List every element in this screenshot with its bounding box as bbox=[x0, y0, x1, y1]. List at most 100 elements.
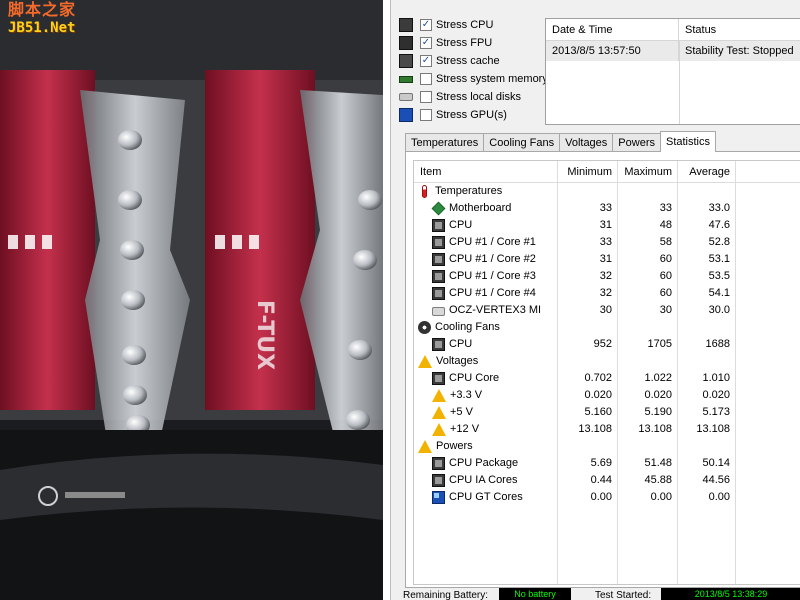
tab-statistics[interactable]: Statistics bbox=[659, 131, 716, 152]
maximum-cell: 30 bbox=[659, 304, 672, 316]
stress-disks-option[interactable]: Stress local disks bbox=[399, 88, 549, 106]
item-column-header[interactable]: Item bbox=[414, 161, 557, 182]
item-label: Powers bbox=[436, 440, 473, 452]
maximum-cell: 1.022 bbox=[644, 372, 672, 384]
minimum-cell: 0.00 bbox=[590, 491, 612, 503]
item-label: OCZ-VERTEX3 MI bbox=[449, 304, 542, 316]
fpu-icon bbox=[399, 36, 413, 50]
stress-disks-label: Stress local disks bbox=[436, 91, 521, 103]
statistics-body: Temperatures Motherboard 33 33 33.0 CPU 31 48 47… bbox=[414, 183, 800, 506]
average-cell: 50.14 bbox=[702, 457, 730, 469]
item-cell: CPU #1 / Core #4 bbox=[414, 285, 557, 302]
stress-gpu-option[interactable]: Stress GPU(s) bbox=[399, 106, 549, 124]
item-label: CPU IA Cores bbox=[449, 474, 518, 486]
statistics-row[interactable]: CPU #1 / Core #2 31 60 53.1 bbox=[414, 251, 800, 268]
warning-icon bbox=[432, 423, 446, 436]
item-cell: OCZ-VERTEX3 MI bbox=[414, 302, 557, 319]
statistics-row[interactable]: CPU 31 48 47.6 bbox=[414, 217, 800, 234]
item-label: Temperatures bbox=[435, 185, 503, 197]
tab-powers[interactable]: Powers bbox=[612, 133, 661, 152]
stress-memory-option[interactable]: Stress system memory bbox=[399, 70, 549, 88]
stress-fpu-label: Stress FPU bbox=[436, 37, 493, 49]
minimum-cell: 5.160 bbox=[584, 406, 612, 418]
motherboard-icon bbox=[431, 201, 446, 216]
maximum-cell: 51.48 bbox=[644, 457, 672, 469]
cpu-icon bbox=[399, 18, 413, 32]
chip-icon bbox=[432, 270, 445, 283]
minimum-cell: 30 bbox=[599, 304, 612, 316]
item-cell: CPU Package bbox=[414, 455, 557, 472]
minimum-cell: 32 bbox=[599, 287, 612, 299]
maximum-cell: 60 bbox=[659, 287, 672, 299]
average-cell: 1688 bbox=[705, 338, 730, 350]
tab-temperatures[interactable]: Temperatures bbox=[405, 133, 485, 152]
heatsink-photo: F-TUX 脚本之家 JB51.Net bbox=[0, 0, 383, 600]
datetime-column-header[interactable]: Date & Time bbox=[546, 19, 679, 40]
maximum-cell: 58 bbox=[659, 236, 672, 248]
tab-cooling-fans[interactable]: Cooling Fans bbox=[483, 133, 561, 152]
statistics-row[interactable]: +3.3 V 0.020 0.020 0.020 bbox=[414, 387, 800, 404]
item-label: CPU Package bbox=[449, 457, 519, 469]
item-cell: +12 V bbox=[414, 421, 557, 438]
statistics-group-row[interactable]: Cooling Fans bbox=[414, 319, 800, 336]
statistics-row[interactable]: +5 V 5.160 5.190 5.173 bbox=[414, 404, 800, 421]
minimum-cell: 0.020 bbox=[584, 389, 612, 401]
stress-cpu-checkbox[interactable]: ✓ bbox=[420, 19, 432, 31]
item-label: CPU bbox=[449, 338, 473, 350]
maximum-cell: 45.88 bbox=[644, 474, 672, 486]
item-label: CPU GT Cores bbox=[449, 491, 523, 503]
stress-cache-checkbox[interactable]: ✓ bbox=[420, 55, 432, 67]
statistics-row[interactable]: CPU Package 5.69 51.48 50.14 bbox=[414, 455, 800, 472]
statistics-row[interactable]: CPU Core 0.702 1.022 1.010 bbox=[414, 370, 800, 387]
stress-cpu-label: Stress CPU bbox=[436, 19, 494, 31]
stress-disks-checkbox[interactable] bbox=[420, 91, 432, 103]
status-log-status: Stability Test: Stopped bbox=[685, 45, 794, 57]
average-cell: 47.6 bbox=[708, 219, 730, 231]
statistics-row[interactable]: CPU #1 / Core #4 32 60 54.1 bbox=[414, 285, 800, 302]
statistics-group-row[interactable]: Powers bbox=[414, 438, 800, 455]
stress-fpu-checkbox[interactable]: ✓ bbox=[420, 37, 432, 49]
status-log-header: Date & Time Status bbox=[546, 19, 800, 41]
statistics-row[interactable]: CPU 952 1705 1688 bbox=[414, 336, 800, 353]
statistics-row[interactable]: +12 V 13.108 13.108 13.108 bbox=[414, 421, 800, 438]
average-cell: 5.173 bbox=[702, 406, 730, 418]
average-cell: 30.0 bbox=[708, 304, 730, 316]
statistics-group-row[interactable]: Voltages bbox=[414, 353, 800, 370]
maximum-cell: 0.00 bbox=[650, 491, 672, 503]
statistics-group-row[interactable]: Temperatures bbox=[414, 183, 800, 200]
statistics-table[interactable]: Item Minimum Maximum Average Temperature… bbox=[413, 160, 800, 585]
item-cell: Voltages bbox=[414, 353, 557, 370]
statistics-row[interactable]: CPU #1 / Core #3 32 60 53.5 bbox=[414, 268, 800, 285]
stress-gpu-checkbox[interactable] bbox=[420, 109, 432, 121]
status-log-row[interactable]: 2013/8/5 13:57:50 Stability Test: Stoppe… bbox=[546, 41, 800, 61]
statistics-row[interactable]: CPU IA Cores 0.44 45.88 44.56 bbox=[414, 472, 800, 489]
item-cell: CPU IA Cores bbox=[414, 472, 557, 489]
statistics-row[interactable]: CPU GT Cores 0.00 0.00 0.00 bbox=[414, 489, 800, 506]
chip-icon bbox=[432, 338, 445, 351]
status-log-table[interactable]: Date & Time Status 2013/8/5 13:57:50 Sta… bbox=[545, 18, 800, 125]
average-column-header[interactable]: Average bbox=[677, 161, 735, 182]
maximum-column-header[interactable]: Maximum bbox=[617, 161, 677, 182]
item-cell: Cooling Fans bbox=[414, 319, 557, 336]
site-watermark: 脚本之家 JB51.Net bbox=[8, 1, 76, 37]
fan-icon bbox=[418, 321, 431, 334]
statistics-row[interactable]: Motherboard 33 33 33.0 bbox=[414, 200, 800, 217]
item-cell: Temperatures bbox=[414, 183, 557, 200]
statistics-row[interactable]: OCZ-VERTEX3 MI 30 30 30.0 bbox=[414, 302, 800, 319]
warning-icon bbox=[432, 389, 446, 402]
item-label: CPU #1 / Core #4 bbox=[449, 287, 536, 299]
stress-memory-checkbox[interactable] bbox=[420, 73, 432, 85]
status-column-header[interactable]: Status bbox=[679, 19, 800, 40]
stress-fpu-option[interactable]: ✓ Stress FPU bbox=[399, 34, 549, 52]
minimum-column-header[interactable]: Minimum bbox=[557, 161, 617, 182]
stress-cache-option[interactable]: ✓ Stress cache bbox=[399, 52, 549, 70]
status-log-datetime: 2013/8/5 13:57:50 bbox=[546, 41, 679, 61]
tab-voltages[interactable]: Voltages bbox=[559, 133, 614, 152]
average-cell: 1.010 bbox=[702, 372, 730, 384]
maximum-cell: 48 bbox=[659, 219, 672, 231]
chip-icon bbox=[432, 236, 445, 249]
bottom-status-bar: Remaining Battery: No battery Test Start… bbox=[391, 588, 800, 600]
thermometer-icon bbox=[422, 185, 427, 198]
statistics-row[interactable]: CPU #1 / Core #1 33 58 52.8 bbox=[414, 234, 800, 251]
stress-cpu-option[interactable]: ✓ Stress CPU bbox=[399, 16, 549, 34]
